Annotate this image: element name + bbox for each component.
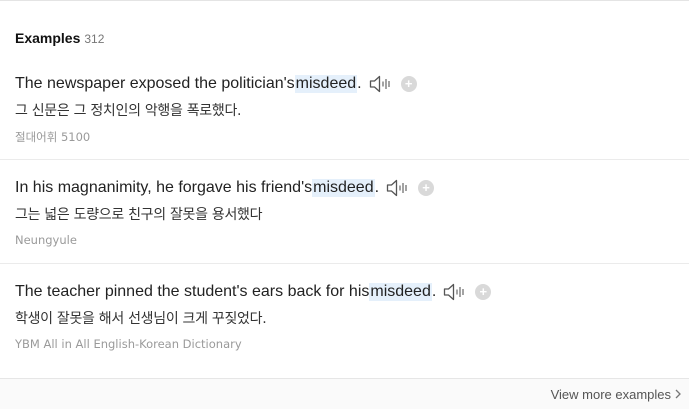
highlighted-word[interactable]: misdeed	[312, 179, 375, 197]
example-source: Neungyule	[15, 233, 77, 247]
example-english: The newspaper exposed the politician's m…	[15, 73, 689, 95]
example-english-text: In his magnanimity, he forgave his frien…	[15, 179, 313, 196]
example-korean: 학생이 잘못을 해서 선생님이 크게 꾸짖었다.	[15, 311, 267, 327]
example-source: 절대어휘 5100	[15, 130, 91, 144]
section-header: Examples 312	[15, 30, 104, 46]
example-source: YBM All in All English-Korean Dictionary	[15, 337, 242, 351]
example-english-text: The teacher pinned the student's ears ba…	[15, 283, 370, 300]
example-item: In his magnanimity, he forgave his frien…	[0, 177, 689, 247]
examples-panel: Examples 312 The newspaper exposed the p…	[0, 0, 689, 409]
speaker-icon[interactable]	[386, 178, 410, 198]
view-more-label: View more examples	[550, 387, 671, 402]
add-icon[interactable]: +	[418, 180, 435, 196]
highlighted-word[interactable]: misdeed	[294, 75, 358, 93]
footer: View more examples	[0, 379, 689, 409]
speaker-icon[interactable]	[369, 74, 393, 94]
example-english-end: .	[374, 179, 380, 196]
example-item: The newspaper exposed the politician's m…	[0, 73, 689, 145]
speaker-icon[interactable]	[443, 282, 467, 302]
example-item: The teacher pinned the student's ears ba…	[0, 281, 689, 351]
example-english-end: .	[357, 75, 362, 92]
example-count: 312	[84, 32, 105, 46]
divider	[0, 159, 689, 160]
section-title: Examples	[15, 30, 81, 46]
example-korean: 그 신문은 그 정치인의 악행을 폭로했다.	[15, 103, 242, 119]
example-english-text: The newspaper exposed the politician's	[15, 75, 295, 92]
view-more-examples-link[interactable]: View more examples	[551, 387, 681, 402]
highlighted-word[interactable]: misdeed	[369, 283, 432, 301]
divider	[0, 263, 689, 264]
example-korean: 그는 넓은 도량으로 친구의 잘못을 용서했다	[15, 207, 263, 223]
example-english: The teacher pinned the student's ears ba…	[15, 281, 689, 303]
add-icon[interactable]: +	[400, 76, 417, 92]
add-icon[interactable]: +	[475, 284, 492, 300]
chevron-right-icon	[675, 387, 681, 402]
example-english-end: .	[431, 283, 437, 300]
example-english: In his magnanimity, he forgave his frien…	[15, 177, 689, 199]
